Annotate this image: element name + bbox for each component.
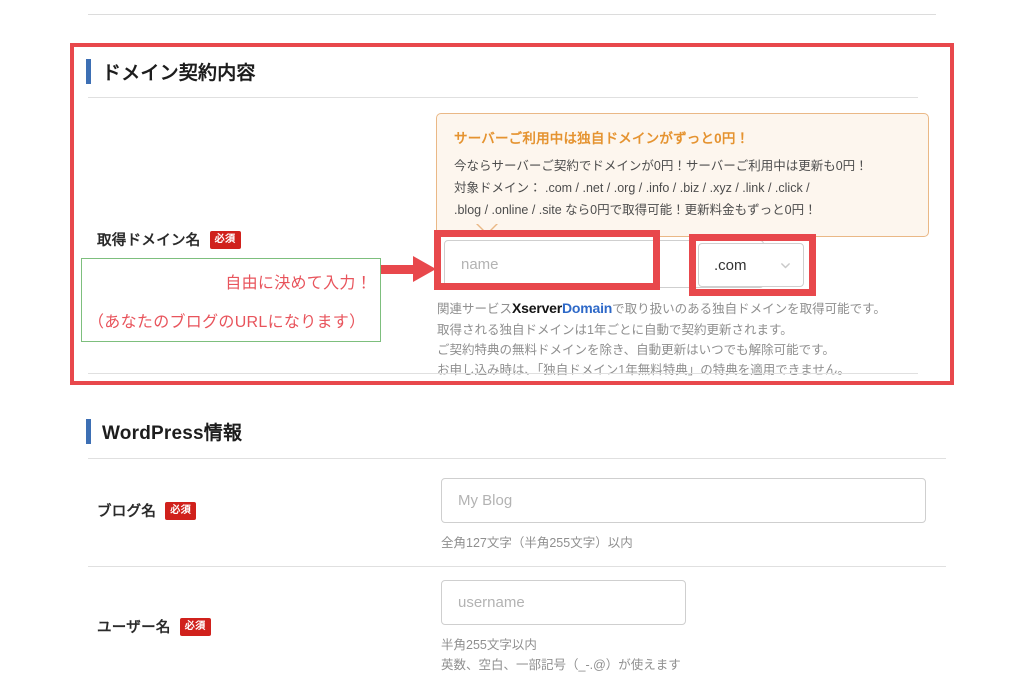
domain-section-heading: ドメイン契約内容 — [86, 58, 256, 85]
blog-name-label: ブログ名 必須 — [97, 500, 197, 521]
domain-name-label: 取得ドメイン名 必須 — [97, 229, 241, 250]
notice-body: 今ならサーバーご契約でドメインが0円！サーバーご利用中は更新も0円！ 対象ドメイ… — [454, 159, 868, 217]
username-label: ユーザー名 必須 — [97, 616, 211, 637]
wordpress-field-divider — [88, 566, 946, 567]
notice-tail-inner — [477, 223, 497, 233]
notice-title: サーバーご利用中は独自ドメインがずっと0円！ — [454, 131, 750, 146]
blog-name-label-text: ブログ名 — [97, 504, 157, 520]
domain-note-line-1: 関連サービスXserverDomainで取り扱いのある独自ドメインを取得可能です… — [437, 297, 937, 320]
callout-arrow-head — [413, 256, 436, 282]
registration-form-page: ドメイン契約内容 サーバーご利用中は独自ドメインがずっと0円！ 今ならサーバーご… — [0, 0, 1024, 681]
callout-line-2: （あなたのブログのURLになります） — [88, 314, 366, 331]
tld-select-value: .com — [714, 256, 747, 274]
callout-line-1: 自由に決めて入力！ — [225, 275, 372, 292]
username-label-text: ユーザー名 — [97, 620, 171, 636]
blog-name-required-badge: 必須 — [165, 501, 197, 520]
wordpress-section-title: WordPress情報 — [102, 423, 243, 444]
wordpress-section-heading: WordPress情報 — [86, 418, 242, 445]
blog-name-input[interactable] — [441, 478, 926, 523]
username-help: 半角255文字以内 英数、空白、一部記号（_-.@）が使えます — [441, 638, 681, 673]
blog-name-help: 全角127文字（半角255文字）以内 — [441, 536, 633, 550]
domain-note-line-2: 取得される独自ドメインは1年ごとに自動で契約更新されます。 — [437, 322, 793, 337]
callout-arrow-shaft — [381, 265, 417, 274]
domain-section-bottom-rule — [88, 373, 918, 374]
heading-accent-bar — [86, 419, 91, 444]
domain-required-badge: 必須 — [209, 230, 241, 249]
chevron-down-icon — [781, 262, 790, 268]
domain-section-rule — [88, 97, 918, 98]
domain-instruction-callout: 自由に決めて入力！ （あなたのブログのURLになります） — [81, 258, 381, 342]
domain-note-prefix: 関連サービス — [437, 302, 513, 316]
wordpress-section-rule — [88, 458, 946, 459]
top-divider — [88, 14, 936, 15]
heading-accent-bar — [86, 59, 91, 84]
username-required-badge: 必須 — [179, 617, 211, 636]
domain-note-suffix: で取り扱いのある独自ドメインを取得可能です。 — [612, 302, 886, 316]
domain-note-line-3: ご契約特典の無料ドメインを除き、自動更新はいつでも解除可能です。 — [437, 342, 835, 357]
domain-section-title: ドメイン契約内容 — [102, 63, 256, 84]
username-input[interactable] — [441, 580, 686, 625]
domain-note-line-4: お申し込み時は、「独自ドメイン1年無料特典」の特典を適用できません。 — [437, 363, 850, 378]
xserver-brand-black: Xserver — [512, 300, 562, 316]
tld-select[interactable]: .com — [698, 243, 804, 287]
domain-name-label-text: 取得ドメイン名 — [97, 233, 201, 249]
free-domain-notice: サーバーご利用中は独自ドメインがずっと0円！ 今ならサーバーご契約でドメインが0… — [436, 113, 929, 237]
xserver-brand-blue: Domain — [562, 300, 613, 316]
domain-note: 関連サービスXserverDomainで取り扱いのある独自ドメインを取得可能です… — [437, 297, 937, 380]
